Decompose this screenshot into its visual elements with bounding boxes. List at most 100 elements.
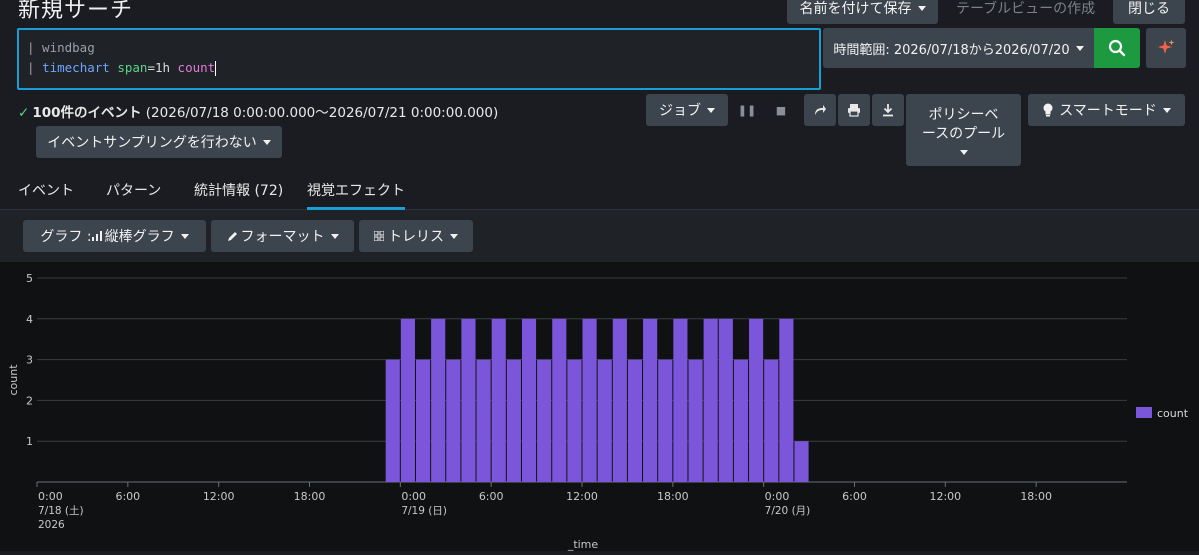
- bar: [718, 318, 733, 482]
- x-tick-label: 18:00: [294, 490, 326, 503]
- download-icon: [883, 104, 893, 117]
- table-view-link[interactable]: テーブルビューの作成: [956, 0, 1095, 18]
- bar: [476, 359, 491, 482]
- bar-chart-icon: [91, 231, 102, 241]
- format-label: フォーマット: [240, 229, 325, 245]
- ai-assist-button[interactable]: [1146, 28, 1186, 68]
- x-tick-label: 6:00: [842, 490, 867, 503]
- graph-type: 縦棒グラフ: [104, 229, 175, 245]
- pencil-icon: [227, 231, 237, 241]
- bar: [627, 359, 643, 482]
- bar: [415, 359, 431, 482]
- sparkle-icon: [1158, 39, 1175, 54]
- x-tick-year: 2026: [38, 519, 65, 531]
- share-button[interactable]: [804, 94, 836, 126]
- bar: [658, 359, 673, 482]
- x-axis-title: _time: [567, 538, 599, 551]
- trellis-button[interactable]: トレリス: [359, 220, 473, 252]
- search-input[interactable]: | windbag | timechart span=1h count: [17, 28, 821, 90]
- chart-gridlines: [37, 277, 1127, 483]
- search-arg-value: =1h: [147, 60, 178, 75]
- legend-label: count: [1157, 407, 1189, 420]
- bar: [749, 318, 764, 482]
- x-tick-date: 7/18 (土): [38, 504, 84, 517]
- save-as-button[interactable]: 名前を付けて保存: [787, 0, 938, 24]
- tab-events[interactable]: イベント: [18, 180, 74, 200]
- smart-mode-button[interactable]: スマートモード: [1028, 94, 1185, 126]
- time-range-picker[interactable]: 時間範囲: 2026/07/18から2026/07/20: [823, 28, 1094, 68]
- bar: [673, 318, 688, 482]
- tab-visualization[interactable]: 視覚エフェクト: [307, 180, 405, 210]
- chevron-down-icon: [959, 149, 968, 155]
- graph-type-button[interactable]: グラフ : 縦棒グラフ: [23, 220, 206, 252]
- bar: [764, 359, 779, 482]
- policy-label-1: ポリシーベ: [928, 106, 999, 123]
- export-button[interactable]: [872, 94, 904, 126]
- y-tick-label: 3: [26, 354, 33, 367]
- check-icon: ✓: [18, 105, 30, 121]
- x-tick-label: 18:00: [1020, 490, 1052, 503]
- bar: [431, 318, 446, 482]
- search-arg-key: span: [117, 60, 148, 75]
- bar: [400, 318, 415, 482]
- search-pipe: |: [27, 60, 43, 75]
- x-axis: 0:007/18 (土)20266:00 12:00 18:00 0:007/19 (…: [36, 482, 1052, 531]
- bar: [446, 359, 461, 482]
- bar: [779, 318, 794, 482]
- tab-statistics[interactable]: 統計情報 (72): [194, 180, 283, 200]
- chevron-down-icon: [262, 139, 271, 145]
- job-button[interactable]: ジョブ: [646, 94, 728, 126]
- column-chart: 12345 0:007/18 (土)20266:00 12:00 18:00 0:00…: [7, 272, 1189, 551]
- y-tick-label: 4: [26, 313, 33, 326]
- print-button[interactable]: [838, 94, 870, 126]
- search-line-1: | windbag: [27, 38, 811, 58]
- chevron-down-icon: [330, 233, 339, 239]
- lightbulb-icon: [1043, 103, 1053, 117]
- chevron-down-icon: [707, 107, 715, 113]
- legend-swatch: [1136, 407, 1152, 418]
- pause-icon[interactable]: ❚❚: [738, 102, 756, 118]
- bar: [461, 318, 476, 482]
- chevron-down-icon: [450, 233, 458, 239]
- search-function: count: [177, 60, 216, 75]
- event-count: 100件のイベント: [32, 105, 142, 121]
- bar: [567, 359, 582, 482]
- event-range: (2026/07/18 0:00:00.000～2026/07/21 0:00:…: [141, 105, 499, 121]
- legend[interactable]: count: [1136, 407, 1189, 420]
- policy-pool-button[interactable]: ポリシーベ ースのプール: [906, 94, 1021, 166]
- policy-label-2: ースのプール: [921, 125, 1006, 142]
- grid-icon: [374, 231, 384, 241]
- chevron-down-icon: [1075, 45, 1084, 51]
- y-tick-label: 5: [26, 272, 33, 285]
- page-title: 新規サーチ: [18, 0, 134, 23]
- search-button[interactable]: [1094, 28, 1140, 68]
- chevron-down-icon: [1162, 107, 1171, 113]
- job-label: ジョブ: [659, 103, 701, 119]
- y-tick-label: 2: [26, 394, 33, 407]
- format-button[interactable]: フォーマット: [211, 220, 354, 252]
- y-axis-title: count: [7, 364, 20, 396]
- x-tick-date: 7/19 (日): [401, 505, 447, 517]
- bar: [537, 359, 552, 482]
- bar: [491, 318, 506, 482]
- tab-patterns[interactable]: パターン: [106, 180, 161, 200]
- bar: [703, 318, 718, 482]
- close-button[interactable]: 閉じる: [1113, 0, 1185, 24]
- x-tick-date: 7/20 (月): [765, 505, 811, 517]
- x-tick-label: 12:00: [203, 490, 235, 503]
- bar: [521, 318, 537, 482]
- bar: [794, 441, 809, 482]
- search-line-2: | timechart span=1h count: [27, 58, 811, 78]
- stop-icon[interactable]: ■: [773, 102, 789, 118]
- bar: [612, 318, 627, 482]
- bar: [582, 318, 597, 482]
- event-sampling-dropdown[interactable]: イベントサンプリングを行わない: [36, 126, 282, 158]
- search-command: timechart: [42, 60, 110, 75]
- x-tick-label: 12:00: [566, 490, 598, 503]
- bar: [688, 359, 703, 482]
- x-tick-label: 0:00: [765, 490, 790, 503]
- x-tick-label: 18:00: [657, 490, 689, 503]
- x-tick-label: 0:00: [38, 490, 63, 503]
- y-axis: 1 2 3 4 5: [26, 272, 33, 448]
- chevron-down-icon: [917, 5, 926, 11]
